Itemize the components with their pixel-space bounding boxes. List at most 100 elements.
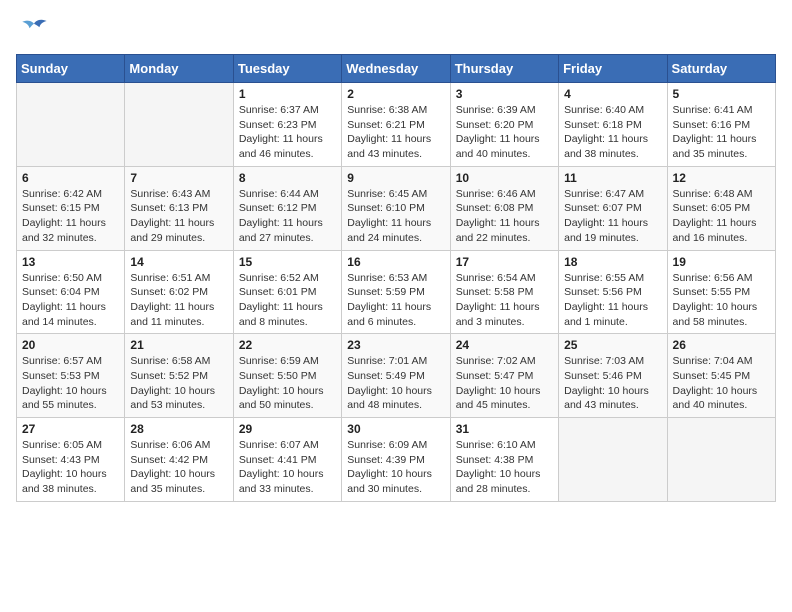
day-number: 5 [673,87,770,101]
week-row-1: 1Sunrise: 6:37 AMSunset: 6:23 PMDaylight… [17,83,776,167]
day-cell: 5 Sunrise: 6:41 AMSunset: 6:16 PMDaylight… [667,83,775,167]
day-info: Sunrise: 6:39 AMSunset: 6:20 PMDaylight:… [456,103,553,162]
day-info: Sunrise: 6:45 AMSunset: 6:10 PMDaylight:… [347,187,444,246]
day-number: 1 [239,87,336,101]
header-cell-friday: Friday [559,55,667,83]
day-cell: 23Sunrise: 7:01 AMSunset: 5:49 PMDayligh… [342,334,450,418]
day-info: Sunrise: 6:55 AMSunset: 5:56 PMDaylight:… [564,271,661,330]
day-info: Sunrise: 6:51 AMSunset: 6:02 PMDaylight:… [130,271,227,330]
day-cell: 26 Sunrise: 7:04 AMSunset: 5:45 PMDayligh… [667,334,775,418]
day-number: 17 [456,255,553,269]
day-cell: 31 Sunrise: 6:10 AMSunset: 4:38 PMDayligh… [450,418,558,502]
header-row: SundayMondayTuesdayWednesdayThursdayFrid… [17,55,776,83]
day-info: Sunrise: 7:03 AMSunset: 5:46 PMDaylight:… [564,354,661,413]
calendar-table: SundayMondayTuesdayWednesdayThursdayFrid… [16,54,776,502]
day-cell: 13Sunrise: 6:50 AMSunset: 6:04 PMDayligh… [17,250,125,334]
day-number: 16 [347,255,444,269]
day-cell: 18 Sunrise: 6:55 AMSunset: 5:56 PMDayligh… [559,250,667,334]
day-cell: 4 Sunrise: 6:40 AMSunset: 6:18 PMDaylight… [559,83,667,167]
day-number: 19 [673,255,770,269]
day-info: Sunrise: 6:58 AMSunset: 5:52 PMDaylight:… [130,354,227,413]
day-info: Sunrise: 6:40 AMSunset: 6:18 PMDaylight:… [564,103,661,162]
header-cell-sunday: Sunday [17,55,125,83]
day-cell: 17 Sunrise: 6:54 AMSunset: 5:58 PMDayligh… [450,250,558,334]
day-cell: 12 Sunrise: 6:48 AMSunset: 6:05 PMDayligh… [667,166,775,250]
day-info: Sunrise: 6:44 AMSunset: 6:12 PMDaylight:… [239,187,336,246]
day-number: 12 [673,171,770,185]
day-cell: 27Sunrise: 6:05 AMSunset: 4:43 PMDayligh… [17,418,125,502]
day-info: Sunrise: 6:46 AMSunset: 6:08 PMDaylight:… [456,187,553,246]
day-cell: 2 Sunrise: 6:38 AMSunset: 6:21 PMDaylight… [342,83,450,167]
day-cell: 11 Sunrise: 6:47 AMSunset: 6:07 PMDayligh… [559,166,667,250]
day-number: 29 [239,422,336,436]
day-cell: 25 Sunrise: 7:03 AMSunset: 5:46 PMDayligh… [559,334,667,418]
calendar-header: SundayMondayTuesdayWednesdayThursdayFrid… [17,55,776,83]
day-cell: 8Sunrise: 6:44 AMSunset: 6:12 PMDaylight… [233,166,341,250]
day-cell: 1Sunrise: 6:37 AMSunset: 6:23 PMDaylight… [233,83,341,167]
day-cell: 28 Sunrise: 6:06 AMSunset: 4:42 PMDayligh… [125,418,233,502]
day-info: Sunrise: 6:54 AMSunset: 5:58 PMDaylight:… [456,271,553,330]
day-number: 3 [456,87,553,101]
day-number: 26 [673,338,770,352]
day-number: 7 [130,171,227,185]
day-cell: 19 Sunrise: 6:56 AMSunset: 5:55 PMDayligh… [667,250,775,334]
day-info: Sunrise: 6:43 AMSunset: 6:13 PMDaylight:… [130,187,227,246]
day-info: Sunrise: 6:38 AMSunset: 6:21 PMDaylight:… [347,103,444,162]
week-row-3: 13Sunrise: 6:50 AMSunset: 6:04 PMDayligh… [17,250,776,334]
day-number: 22 [239,338,336,352]
day-cell: 10 Sunrise: 6:46 AMSunset: 6:08 PMDayligh… [450,166,558,250]
day-cell: 3 Sunrise: 6:39 AMSunset: 6:20 PMDaylight… [450,83,558,167]
day-cell: 14 Sunrise: 6:51 AMSunset: 6:02 PMDayligh… [125,250,233,334]
day-number: 31 [456,422,553,436]
day-number: 11 [564,171,661,185]
day-info: Sunrise: 6:52 AMSunset: 6:01 PMDaylight:… [239,271,336,330]
day-number: 30 [347,422,444,436]
day-cell [17,83,125,167]
day-info: Sunrise: 6:47 AMSunset: 6:07 PMDaylight:… [564,187,661,246]
day-info: Sunrise: 7:04 AMSunset: 5:45 PMDaylight:… [673,354,770,413]
day-number: 15 [239,255,336,269]
header-cell-tuesday: Tuesday [233,55,341,83]
day-cell [559,418,667,502]
day-cell: 22 Sunrise: 6:59 AMSunset: 5:50 PMDayligh… [233,334,341,418]
day-cell: 6Sunrise: 6:42 AMSunset: 6:15 PMDaylight… [17,166,125,250]
day-info: Sunrise: 6:42 AMSunset: 6:15 PMDaylight:… [22,187,119,246]
day-cell: 30 Sunrise: 6:09 AMSunset: 4:39 PMDayligh… [342,418,450,502]
calendar-body: 1Sunrise: 6:37 AMSunset: 6:23 PMDaylight… [17,83,776,502]
day-number: 27 [22,422,119,436]
day-number: 10 [456,171,553,185]
day-number: 25 [564,338,661,352]
header-cell-wednesday: Wednesday [342,55,450,83]
day-number: 4 [564,87,661,101]
day-number: 13 [22,255,119,269]
day-number: 28 [130,422,227,436]
header-cell-saturday: Saturday [667,55,775,83]
header-cell-monday: Monday [125,55,233,83]
day-info: Sunrise: 6:06 AMSunset: 4:42 PMDaylight:… [130,438,227,497]
day-info: Sunrise: 6:41 AMSunset: 6:16 PMDaylight:… [673,103,770,162]
day-number: 18 [564,255,661,269]
day-info: Sunrise: 6:57 AMSunset: 5:53 PMDaylight:… [22,354,119,413]
day-number: 9 [347,171,444,185]
day-cell: 29Sunrise: 6:07 AMSunset: 4:41 PMDayligh… [233,418,341,502]
day-number: 2 [347,87,444,101]
day-number: 14 [130,255,227,269]
header-cell-thursday: Thursday [450,55,558,83]
week-row-4: 20 Sunrise: 6:57 AMSunset: 5:53 PMDayligh… [17,334,776,418]
day-number: 24 [456,338,553,352]
day-info: Sunrise: 6:56 AMSunset: 5:55 PMDaylight:… [673,271,770,330]
day-info: Sunrise: 6:09 AMSunset: 4:39 PMDaylight:… [347,438,444,497]
day-info: Sunrise: 6:59 AMSunset: 5:50 PMDaylight:… [239,354,336,413]
day-cell: 9 Sunrise: 6:45 AMSunset: 6:10 PMDaylight… [342,166,450,250]
day-cell: 16 Sunrise: 6:53 AMSunset: 5:59 PMDayligh… [342,250,450,334]
day-cell: 24 Sunrise: 7:02 AMSunset: 5:47 PMDayligh… [450,334,558,418]
week-row-5: 27Sunrise: 6:05 AMSunset: 4:43 PMDayligh… [17,418,776,502]
day-cell [667,418,775,502]
week-row-2: 6Sunrise: 6:42 AMSunset: 6:15 PMDaylight… [17,166,776,250]
day-number: 20 [22,338,119,352]
day-info: Sunrise: 6:48 AMSunset: 6:05 PMDaylight:… [673,187,770,246]
day-cell [125,83,233,167]
day-info: Sunrise: 7:02 AMSunset: 5:47 PMDaylight:… [456,354,553,413]
day-info: Sunrise: 6:53 AMSunset: 5:59 PMDaylight:… [347,271,444,330]
day-info: Sunrise: 6:10 AMSunset: 4:38 PMDaylight:… [456,438,553,497]
